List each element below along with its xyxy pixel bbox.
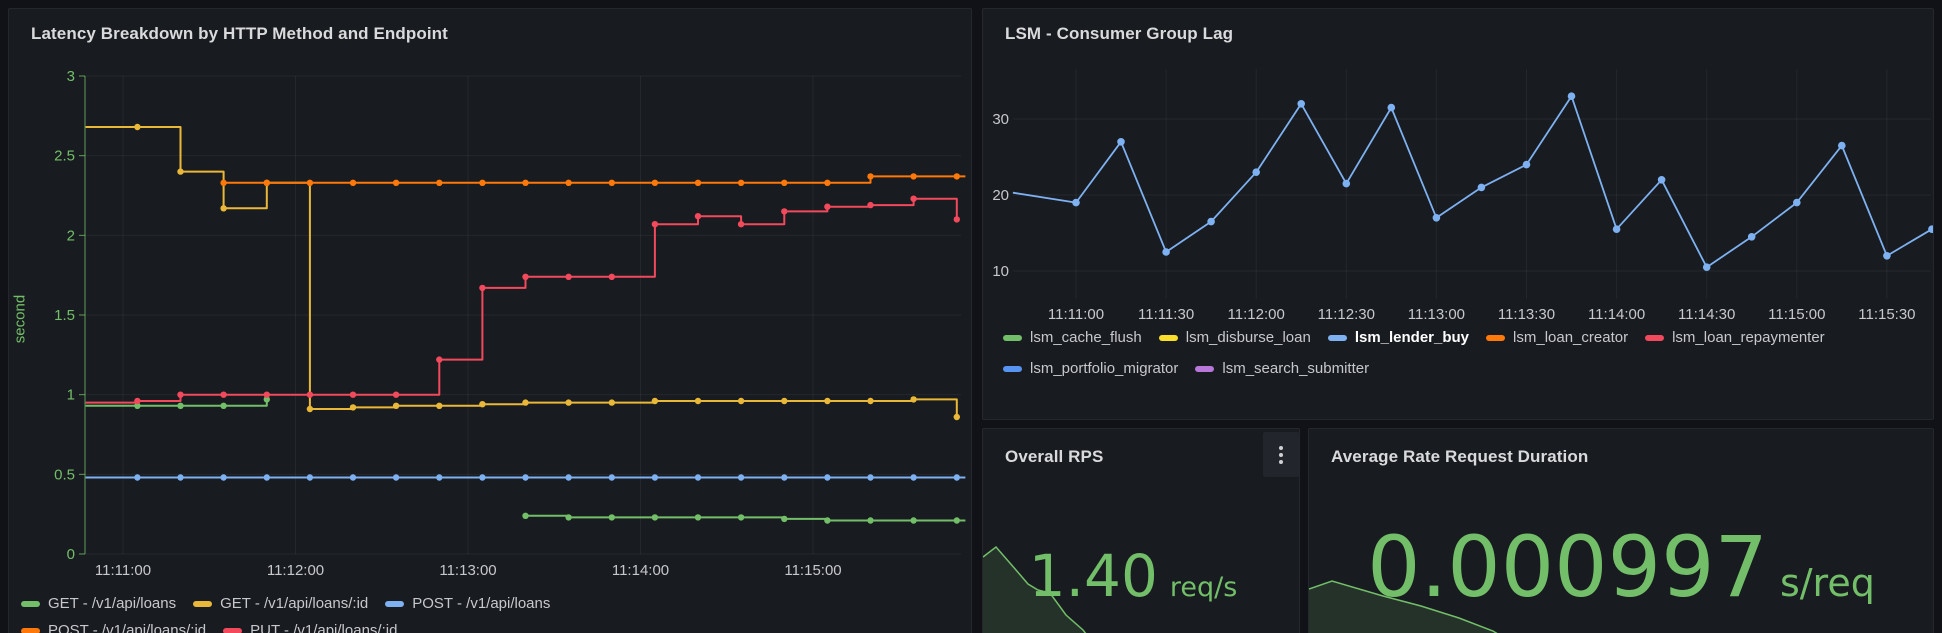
legend-color-pill bbox=[385, 601, 404, 607]
svg-text:11:12:00: 11:12:00 bbox=[1228, 306, 1285, 323]
legend-color-pill bbox=[1328, 335, 1347, 341]
kebab-menu-icon[interactable] bbox=[1263, 432, 1299, 477]
svg-text:11:11:00: 11:11:00 bbox=[95, 562, 151, 579]
legend-label: GET - /v1/api/loans/:id bbox=[220, 595, 368, 613]
legend-color-pill bbox=[1645, 335, 1664, 341]
legend-item[interactable]: lsm_loan_creator bbox=[1486, 329, 1628, 347]
grafana-dashboard: Latency Breakdown by HTTP Method and End… bbox=[0, 0, 1942, 633]
svg-text:1: 1 bbox=[67, 387, 75, 404]
svg-text:0: 0 bbox=[67, 546, 75, 563]
svg-text:11:14:30: 11:14:30 bbox=[1678, 306, 1735, 323]
legend-label: lsm_lender_buy bbox=[1355, 329, 1469, 347]
svg-text:11:11:00: 11:11:00 bbox=[1048, 306, 1104, 323]
legend-color-pill bbox=[1195, 366, 1214, 372]
kebab-dot bbox=[1279, 460, 1283, 464]
svg-text:11:15:30: 11:15:30 bbox=[1858, 306, 1915, 323]
svg-text:11:12:30: 11:12:30 bbox=[1318, 306, 1375, 323]
svg-text:2.5: 2.5 bbox=[54, 148, 75, 165]
avg-duration-stat-unit: s/req bbox=[1780, 564, 1875, 602]
svg-text:11:13:00: 11:13:00 bbox=[1408, 306, 1465, 323]
legend-color-pill bbox=[193, 601, 212, 607]
legend-item[interactable]: lsm_loan_repaymenter bbox=[1645, 329, 1825, 347]
panel-overall-rps: Overall RPS 1.40 req/s bbox=[982, 428, 1300, 633]
legend-label: GET - /v1/api/loans bbox=[48, 595, 176, 613]
panel-consumer-group-lag: LSM - Consumer Group Lag 10 20 30 11:11:00 1… bbox=[982, 8, 1934, 420]
panel-title-rps[interactable]: Overall RPS bbox=[1005, 447, 1103, 467]
svg-text:11:15:00: 11:15:00 bbox=[1768, 306, 1825, 323]
legend-label: POST - /v1/api/loans bbox=[412, 595, 550, 613]
svg-text:11:11:30: 11:11:30 bbox=[1138, 306, 1194, 323]
svg-text:11:15:00: 11:15:00 bbox=[784, 562, 841, 579]
legend-color-pill bbox=[223, 628, 242, 633]
latency-chart-canvas[interactable]: 0 0.5 1 1.5 2 2.5 3 11:11:00 11:12:00 11:13:00 11:… bbox=[9, 9, 972, 633]
legend-item[interactable]: lsm_portfolio_migrator bbox=[1003, 360, 1178, 378]
svg-text:11:14:00: 11:14:00 bbox=[1588, 306, 1645, 323]
avg-duration-stat-value-row: 0.000997 s/req bbox=[1367, 525, 1875, 609]
legend-item[interactable]: PUT - /v1/api/loans/:id bbox=[223, 622, 397, 633]
svg-text:11:13:00: 11:13:00 bbox=[439, 562, 496, 579]
y-axis-unit-label: second bbox=[12, 295, 29, 343]
svg-text:10: 10 bbox=[992, 263, 1009, 280]
legend-color-pill bbox=[21, 628, 40, 633]
lag-legend: lsm_cache_flush lsm_disburse_loan lsm_lend… bbox=[1003, 329, 1825, 378]
avg-duration-stat-value: 0.000997 bbox=[1367, 525, 1768, 609]
legend-label: lsm_cache_flush bbox=[1030, 329, 1142, 347]
legend-row: lsm_portfolio_migrator lsm_search_submitt… bbox=[1003, 360, 1825, 378]
legend-label: lsm_disburse_loan bbox=[1186, 329, 1311, 347]
legend-color-pill bbox=[1003, 366, 1022, 372]
legend-label: lsm_search_submitter bbox=[1222, 360, 1369, 378]
svg-text:11:12:00: 11:12:00 bbox=[267, 562, 324, 579]
svg-text:20: 20 bbox=[992, 187, 1009, 204]
legend-item[interactable]: lsm_cache_flush bbox=[1003, 329, 1142, 347]
legend-row: GET - /v1/api/loans GET - /v1/api/loans/:… bbox=[21, 595, 550, 613]
legend-item[interactable]: POST - /v1/api/loans/:id bbox=[21, 622, 206, 633]
legend-label: lsm_loan_creator bbox=[1513, 329, 1628, 347]
legend-item[interactable]: POST - /v1/api/loans bbox=[385, 595, 550, 613]
kebab-dot bbox=[1279, 453, 1283, 457]
panel-title-avg-duration[interactable]: Average Rate Request Duration bbox=[1331, 447, 1588, 467]
legend-label: lsm_loan_repaymenter bbox=[1672, 329, 1825, 347]
svg-text:1.5: 1.5 bbox=[54, 307, 75, 324]
svg-text:3: 3 bbox=[67, 68, 75, 85]
kebab-dot bbox=[1279, 446, 1283, 450]
legend-item[interactable]: GET - /v1/api/loans bbox=[21, 595, 176, 613]
panel-average-rate-request-duration: Average Rate Request Duration 0.000997 s… bbox=[1308, 428, 1934, 633]
svg-text:11:13:30: 11:13:30 bbox=[1498, 306, 1555, 323]
legend-item[interactable]: GET - /v1/api/loans/:id bbox=[193, 595, 368, 613]
rps-stat-value-row: 1.40 req/s bbox=[1029, 547, 1238, 605]
legend-color-pill bbox=[1159, 335, 1178, 341]
legend-label: POST - /v1/api/loans/:id bbox=[48, 622, 206, 633]
legend-item[interactable]: lsm_search_submitter bbox=[1195, 360, 1369, 378]
legend-label: lsm_portfolio_migrator bbox=[1030, 360, 1178, 378]
svg-text:30: 30 bbox=[992, 111, 1009, 128]
legend-color-pill bbox=[21, 601, 40, 607]
svg-text:2: 2 bbox=[67, 227, 75, 244]
legend-row: lsm_cache_flush lsm_disburse_loan lsm_lend… bbox=[1003, 329, 1825, 347]
legend-color-pill bbox=[1486, 335, 1505, 341]
svg-text:11:14:00: 11:14:00 bbox=[612, 562, 669, 579]
panel-title-latency[interactable]: Latency Breakdown by HTTP Method and End… bbox=[31, 24, 448, 44]
rps-stat-value: 1.40 bbox=[1029, 547, 1158, 605]
legend-item[interactable]: lsm_lender_buy bbox=[1328, 329, 1469, 347]
rps-stat-unit: req/s bbox=[1170, 574, 1237, 601]
legend-label: PUT - /v1/api/loans/:id bbox=[250, 622, 397, 633]
legend-row: POST - /v1/api/loans/:id PUT - /v1/api/lo… bbox=[21, 622, 550, 633]
panel-title-lag[interactable]: LSM - Consumer Group Lag bbox=[1005, 24, 1233, 44]
legend-item[interactable]: lsm_disburse_loan bbox=[1159, 329, 1311, 347]
panel-latency-breakdown: Latency Breakdown by HTTP Method and End… bbox=[8, 8, 972, 633]
legend-color-pill bbox=[1003, 335, 1022, 341]
svg-text:0.5: 0.5 bbox=[54, 466, 75, 483]
latency-legend: GET - /v1/api/loans GET - /v1/api/loans/:… bbox=[21, 595, 550, 633]
